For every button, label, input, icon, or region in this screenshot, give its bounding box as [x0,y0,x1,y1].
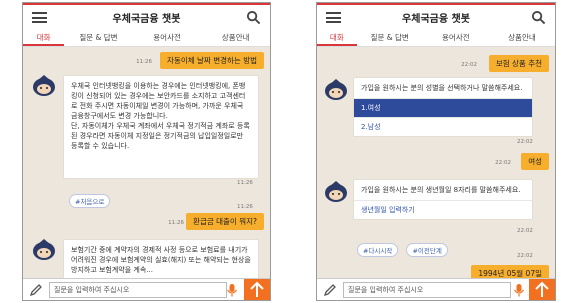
message-time: 22:02 [517,253,533,259]
search-icon[interactable] [531,10,546,25]
chip-previous-step[interactable]: #이전단계 [406,243,448,257]
menu-icon[interactable] [326,12,341,23]
input-bar: 질문을 입력하여 주십시오 [317,278,555,300]
tab-bar: 대화 질문 & 답변 용어사전 상품안내 [317,30,555,47]
tab-bar: 대화 질문 & 답변 용어사전 상품안내 [23,30,270,47]
bot-avatar-icon [33,239,55,260]
tab-products[interactable]: 상품안내 [489,30,555,46]
birthdate-input-link[interactable]: 생년월일 입력하기 [354,200,532,219]
quick-reply-group: #다시시작 #이전단계 [357,238,451,257]
message-time: 22:02 [517,228,533,234]
arrow-up-icon [250,281,264,297]
input-bar: 질문을 입력하여 주십시오 [23,278,270,300]
tab-chat[interactable]: 대화 [317,30,357,46]
search-icon[interactable] [246,10,261,25]
tab-products[interactable]: 상품안내 [201,30,270,46]
chip-restart[interactable]: #다시시작 [357,243,399,257]
bot-message: 우체국 인터넷뱅킹을 이용하는 경우에는 인터넷뱅킹에, 폰뱅킹이 신청되어 있… [63,75,259,179]
tab-chat[interactable]: 대화 [23,30,65,46]
app-title: 우체국금융 챗봇 [112,14,181,25]
bot-message: 보험기간 중에 계약자의 경제적 사정 등으로 보험료를 내기가 어려워진 경우… [63,239,259,283]
pencil-icon[interactable] [29,283,43,297]
arrow-up-icon [535,281,549,297]
message-time: 11:26 [168,220,184,226]
user-message: 여성 [521,153,549,170]
message-input[interactable]: 질문을 입력하여 주십시오 [49,282,227,298]
bot-avatar-icon [325,181,347,202]
chat-screen-left: 우체국금융 챗봇 대화 질문 & 답변 용어사전 상품안내 자동이체 날짜 변경… [22,2,271,301]
quick-reply-group: #처음으로 [69,189,113,208]
chip-go-home[interactable]: #처음으로 [69,194,111,208]
bot-message: 가입을 원하시는 분의 성별을 선택하거나 말씀해주세요. [361,84,523,92]
message-time: 22:02 [495,160,511,166]
message-time: 22:02 [517,139,533,145]
user-message: 자동이체 날짜 변경하는 방법 [160,52,264,69]
message-time: 22:02 [461,62,477,68]
app-header: 우체국금융 챗봇 [317,3,555,30]
message-time: 11:26 [237,180,253,186]
message-time: 11:26 [237,204,253,210]
bot-avatar-icon [325,79,347,100]
bot-selection-card: 가입을 원하시는 분의 성별을 선택하거나 말씀해주세요. 1.여성 2.남성 [353,77,533,137]
bot-message: 가입을 원하시는 분의 생년월일 8자리를 말씀해주세요. [361,186,521,194]
user-message: 보험 상품 추천 [488,55,549,72]
tab-qna[interactable]: 질문 & 답변 [64,30,133,46]
mic-icon[interactable] [513,283,525,297]
option-female[interactable]: 1.여성 [354,98,532,117]
tab-glossary[interactable]: 용어사전 [133,30,202,46]
app-header: 우체국금융 챗봇 [23,3,270,30]
user-message: 환급금 대출이 뭐지? [186,213,264,230]
pencil-icon[interactable] [323,283,337,297]
tab-glossary[interactable]: 용어사전 [423,30,489,46]
message-input[interactable]: 질문을 입력하여 주십시오 [343,282,511,298]
bot-input-card: 가입을 원하시는 분의 생년월일 8자리를 말씀해주세요. 생년월일 입력하기 [353,179,533,220]
menu-icon[interactable] [32,12,47,23]
tab-qna[interactable]: 질문 & 답변 [357,30,423,46]
chat-screen-right: 우체국금융 챗봇 대화 질문 & 답변 용어사전 상품안내 보험 상품 추천 2… [316,2,556,301]
mic-icon[interactable] [226,283,238,297]
send-button[interactable] [244,279,270,300]
app-title: 우체국금융 챗봇 [402,14,470,25]
option-male[interactable]: 2.남성 [354,117,532,136]
bot-avatar-icon [33,75,55,96]
send-button[interactable] [529,279,555,300]
message-time: 11:26 [136,59,152,65]
